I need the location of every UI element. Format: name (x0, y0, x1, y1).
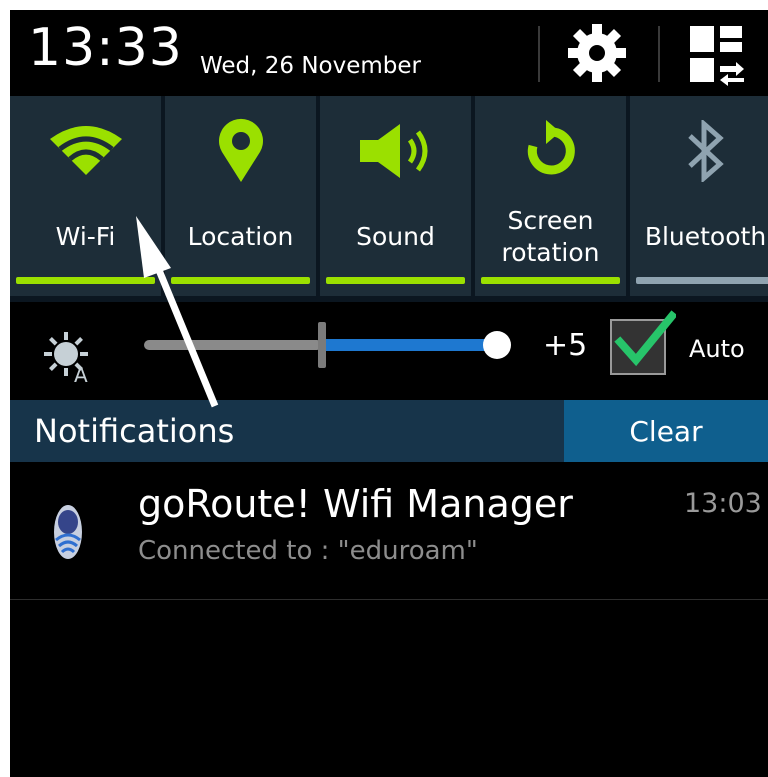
tile-status-bar (481, 277, 620, 284)
notification-title: goRoute! Wifi Manager (138, 482, 573, 526)
goroute-app-icon (54, 505, 82, 559)
tile-status-bar (636, 277, 768, 284)
status-header: 13:33 Wed, 26 November (10, 10, 768, 96)
notifications-header: Notifications Clear (10, 400, 768, 462)
brightness-fill[interactable] (322, 339, 500, 351)
brightness-row: A +5 Auto (10, 302, 768, 408)
tile-label: Bluetooth (644, 222, 767, 251)
brightness-marker (318, 322, 326, 368)
tile-label: Sound (356, 222, 435, 251)
quick-settings-panel: Wi-Fi Location Sound Screen rotation Blu… (10, 96, 768, 302)
checkmark-icon (614, 310, 676, 367)
bluetooth-icon (687, 120, 724, 182)
wifi-icon (49, 126, 122, 175)
speaker-icon (359, 124, 427, 178)
clock: 13:33 (28, 18, 183, 78)
rotation-icon (527, 120, 575, 175)
tile-status-bar (326, 277, 465, 284)
tile-wifi[interactable]: Wi-Fi (10, 96, 161, 296)
notification-time: 13:03 (684, 488, 762, 519)
tile-sound[interactable]: Sound (320, 96, 471, 296)
brightness-slider-handle[interactable] (483, 331, 511, 359)
date: Wed, 26 November (200, 53, 421, 79)
svg-text:A: A (74, 363, 88, 384)
tile-status-bar (16, 277, 155, 284)
notification-shade: 13:33 Wed, 26 November Wi-Fi Location So… (10, 10, 768, 777)
tile-label: Screen rotation (501, 206, 600, 267)
tile-label: Location (187, 222, 294, 251)
clear-button[interactable]: Clear (564, 400, 768, 462)
brightness-track[interactable] (144, 340, 322, 350)
auto-brightness-icon: A (44, 332, 88, 384)
tile-bluetooth[interactable]: Bluetooth (630, 96, 768, 296)
tile-screen-rotation[interactable]: Screen rotation (475, 96, 626, 296)
tile-location[interactable]: Location (165, 96, 316, 296)
notifications-title: Notifications (34, 412, 235, 450)
location-pin-icon (218, 118, 263, 182)
auto-label: Auto (689, 335, 745, 363)
tile-status-bar (171, 277, 310, 284)
tile-label: Wi-Fi (55, 222, 116, 251)
divider (658, 26, 660, 82)
brightness-level: +5 (543, 328, 588, 363)
quick-settings-edit-icon[interactable] (686, 22, 746, 86)
gear-icon[interactable] (564, 20, 630, 86)
notification-item[interactable]: goRoute! Wifi Manager Connected to : "ed… (10, 462, 768, 600)
divider (538, 26, 540, 82)
notification-text: Connected to : "eduroam" (138, 536, 478, 566)
